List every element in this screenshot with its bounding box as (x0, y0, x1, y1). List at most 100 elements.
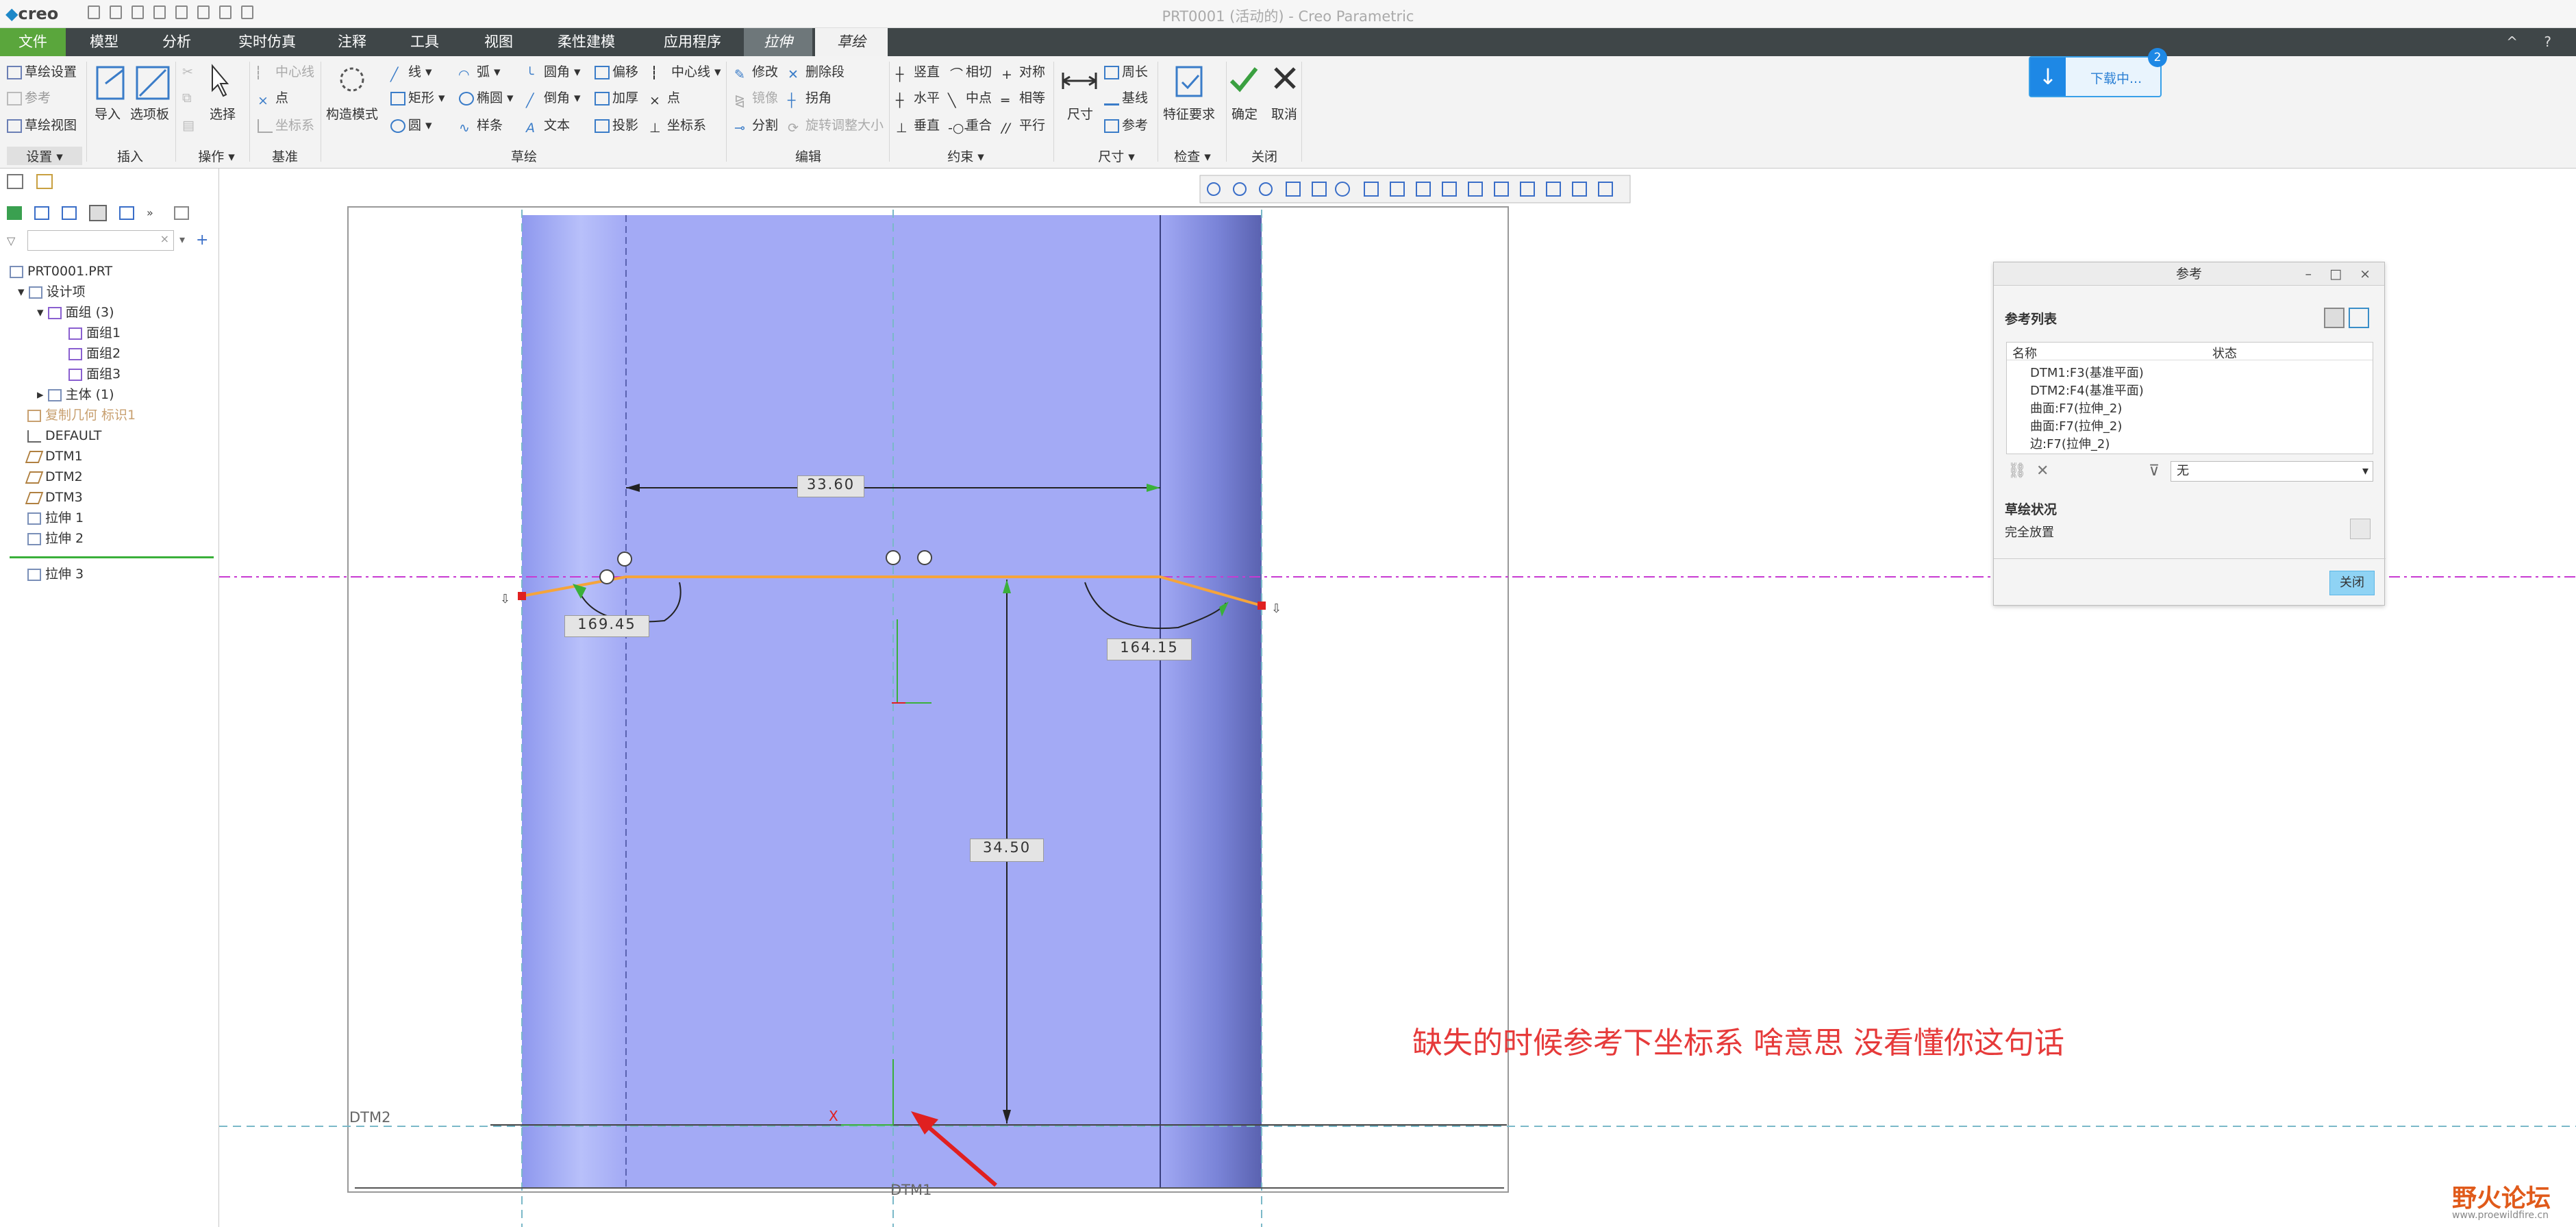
insert-here-marker[interactable] (10, 556, 214, 558)
tab-analysis[interactable]: 分析 (144, 28, 210, 56)
tree-settings-icon[interactable] (7, 206, 22, 220)
dialog-title-bar[interactable]: 参考 – □ × (1994, 262, 2384, 286)
tab-sketch[interactable]: 草绘 (815, 28, 888, 56)
reference-filter-select[interactable]: 无 ▾ (2171, 461, 2373, 482)
circle-button[interactable]: 圆 ▾ (390, 116, 432, 134)
search-dropdown-icon[interactable]: ▾ (179, 233, 185, 246)
parallel-constraint-button[interactable]: //平行 (1001, 116, 1045, 136)
copy-icon[interactable]: ⧉ (182, 89, 192, 107)
delete-reference-icon[interactable]: ✕ (2036, 462, 2049, 480)
tab-file[interactable]: 文件 (0, 28, 66, 56)
sketch-endpoint-right[interactable] (1258, 602, 1266, 610)
reference-item[interactable]: 曲面:F7(拉伸_2) (2030, 399, 2122, 417)
navigator-tabs[interactable] (7, 174, 62, 193)
reference-item[interactable]: DTM2:F4(基准平面) (2030, 381, 2144, 399)
tangent-constraint-button[interactable]: ⌒ 相切 (948, 63, 992, 82)
tree-node-quilt2[interactable]: 面组2 (68, 344, 121, 363)
corner-button[interactable]: ┼ 拐角 (788, 89, 831, 108)
equal-constraint-button[interactable]: ═ 相等 (1001, 89, 1045, 108)
tree-node-dtm2[interactable]: DTM2 (25, 467, 83, 486)
tree-node-extrude2[interactable]: 拉伸 2 (27, 529, 84, 548)
datum-centerline-button[interactable]: 中心线 (258, 63, 314, 81)
operations-group-label[interactable]: 操作 ▾ (189, 147, 244, 165)
tree-node-root[interactable]: PRT0001.PRT (10, 262, 112, 281)
inspect-group-label[interactable]: 检查 ▾ (1162, 147, 1223, 165)
symmetric-constraint-button[interactable]: + 对称 (1001, 63, 1045, 82)
cut-icon[interactable]: ✂ (182, 63, 193, 81)
setup-group-label[interactable]: 设置 ▾ (7, 147, 82, 165)
tree-view-icon[interactable] (89, 205, 107, 221)
tree-search-input[interactable]: × (27, 230, 174, 251)
tree-node-extrude3[interactable]: 拉伸 3 (27, 565, 84, 584)
sketch-endpoint-left[interactable] (518, 592, 526, 600)
angle-left-dimension-value[interactable]: 169.45 (564, 615, 649, 637)
ok-button[interactable]: 确定 (1231, 106, 1258, 123)
perimeter-button[interactable]: 周长 (1104, 63, 1148, 81)
dialog-close-button[interactable]: 关闭 (2329, 571, 2375, 595)
paste-icon[interactable]: ▤ (182, 116, 195, 134)
tab-apps[interactable]: 应用程序 (648, 28, 737, 56)
vertical-constraint-button[interactable]: ┼ 竖直 (896, 63, 940, 82)
tab-model[interactable]: 模型 (71, 28, 137, 56)
tree-node-dtm3[interactable]: DTM3 (25, 488, 83, 507)
tree-node-bodies[interactable]: ▸ 主体 (1) (37, 385, 114, 404)
datum-csys-button[interactable]: 坐标系 (258, 116, 314, 134)
thicken-button[interactable]: 加厚 (595, 89, 638, 107)
width-dimension-value[interactable]: 33.60 (797, 475, 864, 497)
tree-node-quilt3[interactable]: 面组3 (68, 364, 121, 384)
sketch-point-button[interactable]: × 点 (649, 89, 680, 108)
dimension-reference-button[interactable]: 参考 (1104, 116, 1148, 134)
status-action-icon[interactable] (2350, 519, 2371, 539)
tree-node-design-items[interactable]: ▾ 设计项 (18, 282, 86, 301)
ellipse-button[interactable]: 椭圆 ▾ (459, 89, 514, 107)
cross-section-icon[interactable] (2349, 308, 2369, 328)
constrain-group-label[interactable]: 约束 ▾ (931, 147, 1000, 165)
datum-point-button[interactable]: × 点 (258, 89, 288, 108)
tab-simulation[interactable]: 实时仿真 (226, 28, 308, 56)
rotate-resize-button[interactable]: ⟳ 旋转调整大小 (788, 116, 884, 136)
delete-segment-button[interactable]: ✕ 删除段 (788, 63, 845, 82)
tree-list-icon[interactable] (62, 206, 77, 220)
clear-search-icon[interactable]: × (160, 232, 169, 245)
link-icon[interactable]: ⛓ (2008, 462, 2027, 480)
offset-button[interactable]: 偏移 (595, 63, 638, 81)
feature-requirements-button[interactable]: 特征要求 (1163, 106, 1215, 123)
horizontal-constraint-button[interactable]: ┼ 水平 (896, 89, 940, 108)
reference-list[interactable]: 名称 状态 DTM1:F3(基准平面) DTM2:F4(基准平面) 曲面:F7(… (2006, 342, 2373, 454)
midpoint-constraint-button[interactable]: ╲ 中点 (948, 89, 992, 108)
tree-node-copy-geom[interactable]: 复制几何 标识1 (27, 406, 136, 425)
palette-button[interactable]: 选项板 (130, 106, 169, 123)
reference-item[interactable]: DTM1:F3(基准平面) (2030, 363, 2144, 381)
line-button[interactable]: ╱ 线 ▾ (390, 63, 432, 82)
construction-mode-button[interactable]: 构造模式 (326, 106, 378, 123)
tree-node-quilt1[interactable]: 面组1 (68, 323, 121, 343)
tree-columns-icon[interactable] (34, 206, 49, 220)
tree-node-extrude1[interactable]: 拉伸 1 (27, 508, 84, 528)
tree-node-quilts[interactable]: ▾ 面组 (3) (37, 303, 114, 322)
dialog-window-controls[interactable]: – □ × (2305, 262, 2377, 286)
sketch-setup-button[interactable]: 草绘设置 (7, 63, 77, 81)
select-button[interactable]: 选择 (210, 106, 236, 123)
fillet-button[interactable]: ╰ 圆角 ▾ (526, 63, 581, 82)
select-reference-icon[interactable] (2324, 308, 2344, 328)
baseline-button[interactable]: 基线 (1104, 89, 1148, 107)
perpendicular-constraint-button[interactable]: ⊥ 垂直 (896, 116, 940, 136)
project-button[interactable]: 投影 (595, 116, 638, 134)
divide-button[interactable]: ⊸ 分割 (734, 116, 778, 136)
model-tree-tab-icon[interactable] (7, 174, 23, 189)
dimension-button[interactable]: 尺寸 (1067, 106, 1093, 123)
text-button[interactable]: A 文本 (526, 116, 570, 136)
sketch-view-button[interactable]: 草绘视图 (7, 116, 77, 134)
centerline-button[interactable]: 中心线 ▾ (653, 63, 721, 81)
modify-button[interactable]: ✎ 修改 (734, 63, 778, 82)
height-dimension-value[interactable]: 34.50 (970, 839, 1044, 862)
angle-right-dimension-value[interactable]: 164.15 (1107, 639, 1192, 660)
tab-tools[interactable]: 工具 (392, 28, 458, 56)
tab-annotate[interactable]: 注释 (319, 28, 385, 56)
coincident-constraint-button[interactable]: -○-重合 (948, 116, 992, 136)
reference-item[interactable]: 曲面:F7(拉伸_2) (2030, 417, 2122, 434)
filter-funnel-icon[interactable]: ▽ (7, 234, 15, 247)
dimension-group-label[interactable]: 尺寸 ▾ (1082, 147, 1151, 165)
spline-button[interactable]: ∿ 样条 (459, 116, 503, 136)
filter-icon[interactable]: ⊽ (2149, 462, 2160, 480)
